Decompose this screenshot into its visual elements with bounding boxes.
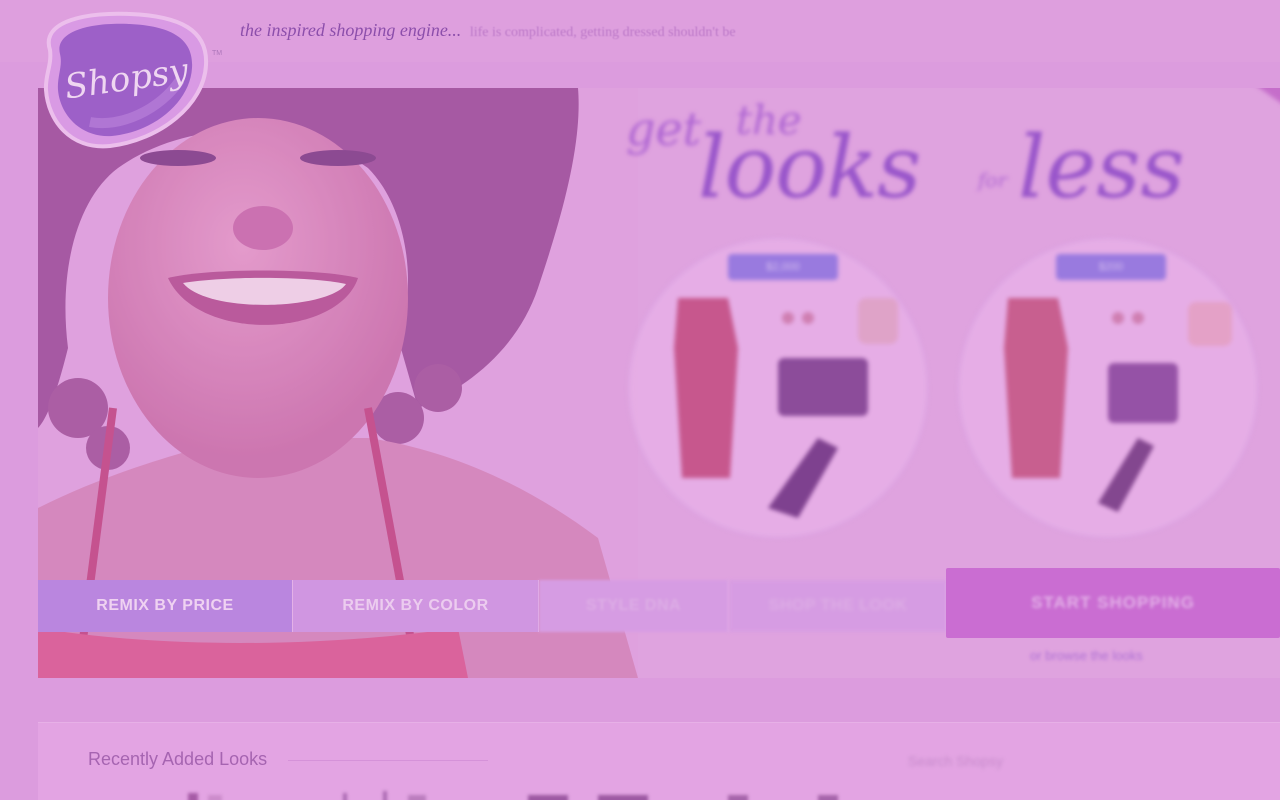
start-shopping-button[interactable]: START SHOPPING: [946, 568, 1280, 638]
recent-looks-thumbnails[interactable]: [138, 789, 838, 800]
shopsy-logo[interactable]: Shopsy: [30, 10, 212, 152]
corner-ribbon: [1194, 88, 1280, 106]
page-left-edge: [0, 62, 14, 800]
tagline-main: the inspired shopping engine...: [240, 20, 462, 40]
tab-style-dna[interactable]: STYLE DNA: [539, 580, 729, 632]
trademark-mark: TM: [212, 50, 223, 57]
price-tag-budget: $200: [1056, 254, 1166, 280]
remix-tab-bar: REMIX BY PRICE REMIX BY COLOR STYLE DNA …: [38, 580, 948, 632]
search-heading: Search Shopsy: [908, 753, 1003, 769]
outfit-budget-image: [1004, 298, 1232, 512]
headline-looks: looks: [698, 118, 921, 218]
heading-divider: [288, 760, 488, 761]
tagline-sub: life is complicated, getting dressed sho…: [469, 25, 736, 40]
site-tagline: the inspired shopping engine... life is …: [240, 20, 736, 41]
tab-remix-by-color[interactable]: REMIX BY COLOR: [293, 580, 539, 632]
headline-get: get: [626, 102, 702, 156]
outfit-expensive-image: [674, 298, 898, 518]
price-tag-expensive: $2,000: [728, 254, 838, 280]
recent-looks-section: Recently Added Looks Search Shopsy: [38, 722, 1280, 800]
headline-less: less: [1018, 118, 1185, 218]
browse-looks-link[interactable]: or browse the looks: [1030, 648, 1143, 663]
headline-for: for: [978, 168, 1008, 192]
tab-shop-the-look[interactable]: SHOP THE LOOK: [729, 580, 948, 632]
tab-remix-by-price[interactable]: REMIX BY PRICE: [38, 580, 293, 632]
start-shopping-label: START SHOPPING: [1031, 593, 1195, 612]
recent-looks-heading: Recently Added Looks: [88, 749, 268, 769]
